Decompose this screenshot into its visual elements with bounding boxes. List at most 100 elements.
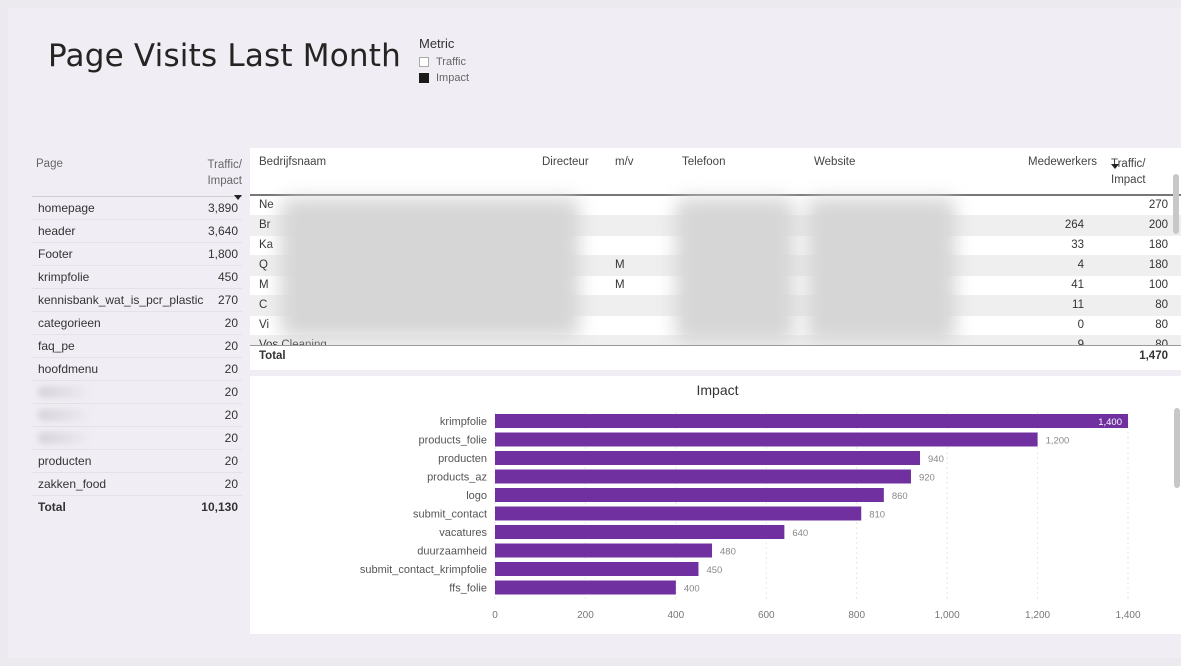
bar[interactable] bbox=[495, 469, 911, 484]
checkbox-traffic[interactable] bbox=[419, 57, 429, 67]
value-cell: 1,800 bbox=[207, 247, 238, 261]
redacted-cell bbox=[38, 409, 88, 421]
page-cell: Footer bbox=[38, 246, 73, 261]
value-cell: 180 bbox=[1148, 259, 1168, 271]
value-cell: 200 bbox=[1148, 219, 1168, 231]
redacted-names bbox=[280, 198, 580, 338]
redacted-phones bbox=[675, 198, 795, 343]
value-cell: 80 bbox=[1155, 319, 1168, 331]
value-cell: 20 bbox=[224, 339, 238, 353]
bedrijfsnaam-cell: Ne bbox=[259, 199, 274, 211]
bar[interactable] bbox=[495, 451, 921, 465]
metric-slicer: Metric Traffic Impact bbox=[419, 36, 469, 86]
slicer-option-traffic[interactable]: Traffic bbox=[419, 54, 469, 70]
table-row[interactable]: 20 bbox=[32, 404, 242, 427]
x-tick-label: 1,200 bbox=[1025, 610, 1050, 621]
header-line-1: Traffic/ bbox=[207, 159, 242, 171]
value-cell: 180 bbox=[1148, 239, 1168, 251]
table-row[interactable]: Footer 1,800 bbox=[32, 243, 242, 266]
redacted-cell bbox=[38, 432, 88, 444]
data-label: 810 bbox=[869, 510, 885, 521]
data-label: 640 bbox=[792, 528, 808, 539]
bar[interactable] bbox=[495, 432, 1038, 447]
page-cell: producten bbox=[38, 453, 92, 468]
x-tick-label: 800 bbox=[848, 610, 865, 621]
table-row[interactable]: categorieen 20 bbox=[32, 312, 242, 335]
data-label: 1,400 bbox=[1098, 417, 1122, 428]
x-tick-label: 1,000 bbox=[935, 610, 960, 621]
redacted-cell bbox=[38, 386, 88, 398]
bar[interactable] bbox=[495, 580, 676, 595]
page-title: Page Visits Last Month bbox=[48, 38, 401, 74]
medewerkers-cell: 264 bbox=[1064, 219, 1084, 231]
value-cell: 20 bbox=[224, 316, 238, 330]
page-table-body: homepage 3,890 header 3,640 Footer 1,800 krimp… bbox=[32, 197, 242, 496]
value-cell: 80 bbox=[1155, 299, 1168, 311]
chart-scrollbar[interactable] bbox=[1174, 408, 1180, 488]
table-row[interactable]: homepage 3,890 bbox=[32, 197, 242, 220]
total-label: Total bbox=[259, 350, 286, 362]
category-label: ffs_folie bbox=[449, 583, 487, 595]
category-label: vacatures bbox=[439, 527, 487, 539]
page-cell bbox=[32, 406, 196, 424]
table-row[interactable]: faq_pe 20 bbox=[32, 335, 242, 358]
category-label: producten bbox=[438, 453, 487, 465]
table-row[interactable]: hoofdmenu 20 bbox=[32, 358, 242, 381]
bar[interactable] bbox=[495, 562, 699, 576]
bar[interactable] bbox=[495, 506, 862, 521]
total-value: 10,130 bbox=[201, 500, 238, 514]
checkbox-impact[interactable] bbox=[419, 73, 429, 83]
column-header-bedrijfsnaam[interactable]: Bedrijfsnaam bbox=[259, 156, 326, 168]
bar[interactable] bbox=[495, 543, 713, 558]
slicer-option-label: Traffic bbox=[436, 56, 466, 68]
bedrijfsnaam-cell: Ka bbox=[259, 239, 274, 251]
category-label: products_folie bbox=[419, 435, 488, 447]
page-table: Page Traffic/ Impact homepage 3,890 header… bbox=[32, 152, 242, 518]
page-cell: categorieen bbox=[38, 315, 101, 330]
page-cell: krimpfolie bbox=[38, 269, 90, 284]
company-table: Bedrijfsnaam Directeur m/v Telefoon Webs… bbox=[250, 148, 1181, 370]
category-label: duurzaamheid bbox=[417, 546, 487, 558]
x-tick-label: 400 bbox=[668, 610, 685, 621]
value-cell: 20 bbox=[224, 362, 238, 376]
chart-title: Impact bbox=[696, 382, 739, 398]
company-table-header: Bedrijfsnaam Directeur m/v Telefoon Webs… bbox=[250, 148, 1181, 196]
column-header-website[interactable]: Website bbox=[814, 156, 855, 168]
table-row[interactable]: 20 bbox=[32, 427, 242, 450]
table-scrollbar[interactable] bbox=[1172, 154, 1180, 344]
bar[interactable] bbox=[495, 525, 785, 539]
bedrijfsnaam-cell: Br bbox=[259, 219, 271, 231]
medewerkers-cell: 33 bbox=[1071, 239, 1084, 251]
table-row[interactable]: header 3,640 bbox=[32, 220, 242, 243]
company-table-total-row: Total 1,470 bbox=[250, 345, 1181, 368]
slicer-option-impact[interactable]: Impact bbox=[419, 70, 469, 86]
total-label: Total bbox=[38, 499, 66, 514]
page-cell: header bbox=[38, 223, 76, 238]
table-row[interactable]: producten 20 bbox=[32, 450, 242, 473]
header-line-2: Impact bbox=[207, 175, 242, 187]
mv-cell: M bbox=[615, 279, 625, 291]
bar[interactable] bbox=[495, 488, 884, 502]
category-label: logo bbox=[466, 490, 487, 502]
category-label: submit_contact_krimpfolie bbox=[360, 564, 487, 576]
column-header-page[interactable]: Page bbox=[32, 152, 200, 196]
column-header-telefoon[interactable]: Telefoon bbox=[682, 156, 725, 168]
table-row[interactable]: kennisbank_wat_is_pcr_plastic 270 bbox=[32, 289, 242, 312]
column-header-mv[interactable]: m/v bbox=[615, 156, 634, 168]
column-header-directeur[interactable]: Directeur bbox=[542, 156, 589, 168]
sort-descending-icon bbox=[234, 195, 242, 200]
bedrijfsnaam-cell: Q bbox=[259, 259, 268, 271]
value-cell: 20 bbox=[224, 454, 238, 468]
mv-cell: M bbox=[615, 259, 625, 271]
column-header-medewerkers[interactable]: Medewerkers bbox=[1028, 156, 1097, 168]
table-row[interactable]: krimpfolie 450 bbox=[32, 266, 242, 289]
table-row[interactable]: 20 bbox=[32, 381, 242, 404]
bar[interactable] bbox=[495, 414, 1128, 428]
value-cell: 20 bbox=[224, 385, 238, 399]
medewerkers-cell: 4 bbox=[1077, 259, 1084, 271]
column-header-traffic-impact[interactable]: Traffic/ Impact bbox=[1111, 156, 1146, 188]
page-cell bbox=[32, 383, 196, 401]
column-header-traffic-impact[interactable]: Traffic/ Impact bbox=[200, 152, 242, 200]
scrollbar-thumb[interactable] bbox=[1173, 174, 1179, 234]
table-row[interactable]: zakken_food 20 bbox=[32, 473, 242, 496]
